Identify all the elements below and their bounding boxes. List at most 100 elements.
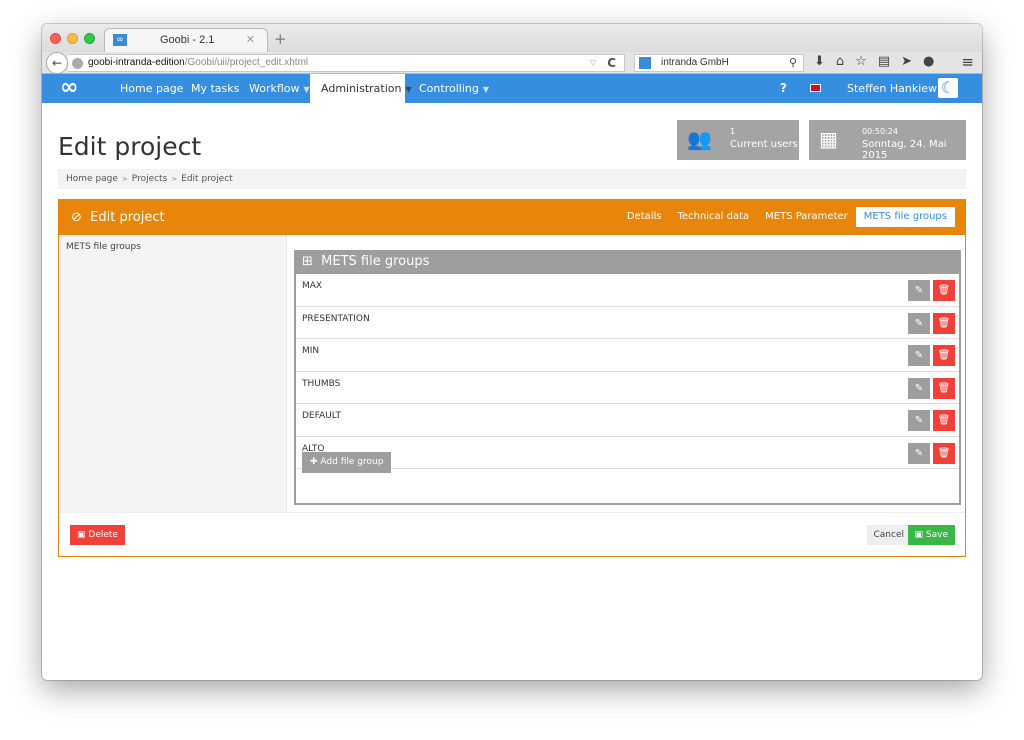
app-navbar: ∞ Home page My tasks Workflow ▼ Administr… xyxy=(42,74,982,103)
send-icon[interactable]: ➤ xyxy=(901,54,912,69)
users-icon: 👥 xyxy=(687,127,712,151)
favicon-icon: ∞ xyxy=(113,34,127,46)
caret-down-icon: ▼ xyxy=(482,85,489,94)
nav-controlling[interactable]: Controlling ▼ xyxy=(408,74,500,103)
delete-project-button[interactable]: ▣ Delete xyxy=(70,525,125,545)
file-group-name: MAX xyxy=(302,281,323,291)
file-group-name: DEFAULT xyxy=(302,411,341,421)
delete-row-button[interactable]: 🗑 xyxy=(933,377,955,399)
user-avatar[interactable]: ☾ xyxy=(938,78,958,98)
search-engine-label: intranda GmbH xyxy=(661,57,729,68)
home-icon[interactable]: ⌂ xyxy=(836,54,844,69)
breadcrumb-separator: > xyxy=(171,175,178,183)
tab-details[interactable]: Details xyxy=(619,207,670,227)
add-file-group-button[interactable]: ✚ Add file group xyxy=(302,452,392,473)
box-tabs: Details Technical data METS Parameter ME… xyxy=(619,207,955,227)
cancel-button[interactable]: Cancel xyxy=(866,525,911,545)
delete-row-button[interactable]: 🗑 xyxy=(933,312,955,334)
breadcrumb-home[interactable]: Home page xyxy=(66,174,118,184)
edit-button[interactable]: ✎ xyxy=(908,280,930,301)
table-row: DEFAULT ✎ 🗑 xyxy=(296,404,959,437)
delete-row-button[interactable]: 🗑 xyxy=(933,280,955,301)
new-tab-icon[interactable]: + xyxy=(274,30,287,48)
current-users-widget: 👥 1 Current users xyxy=(677,120,799,160)
browser-toolbar-icons: ⬇ ⌂ ☆ ▤ ➤ ● xyxy=(814,54,934,69)
nav-administration[interactable]: Administration ▼ xyxy=(310,74,412,103)
tab-mets-file-groups[interactable]: METS file groups xyxy=(855,207,955,227)
table-row: THUMBS ✎ 🗑 xyxy=(296,372,959,404)
nav-label: Administration xyxy=(321,82,402,95)
nav-label: Home page xyxy=(120,82,184,95)
url-history-dropdown-icon[interactable]: ▽ xyxy=(590,58,596,67)
search-bar[interactable]: intranda GmbH ⚲ xyxy=(634,54,804,72)
address-bar[interactable]: goobi-intranda-edition/Goobi/uii/project… xyxy=(68,54,625,72)
delete-row-button[interactable]: 🗑 xyxy=(933,442,955,464)
tab-close-icon[interactable]: ✕ xyxy=(246,33,255,46)
edit-button[interactable]: ✎ xyxy=(908,345,930,366)
edit-project-box: ⊘ Edit project Details Technical data ME… xyxy=(58,199,966,557)
users-count: 1 xyxy=(730,127,736,136)
ban-circle-icon: ⊘ xyxy=(71,210,82,225)
goobi-logo-icon[interactable]: ∞ xyxy=(60,77,78,99)
box-title-text: Edit project xyxy=(90,210,165,225)
breadcrumb-projects[interactable]: Projects xyxy=(132,174,167,184)
browser-tab[interactable]: ∞ Goobi - 2.1 ✕ xyxy=(104,28,268,52)
tab-title: Goobi - 2.1 xyxy=(160,34,215,46)
nav-label: Controlling xyxy=(419,82,479,95)
file-group-name: MIN xyxy=(302,346,320,356)
help-icon[interactable]: ? xyxy=(780,74,787,103)
box-footer: ▣ Delete Cancel ▣ Save xyxy=(59,512,965,556)
nav-workflow[interactable]: Workflow ▼ xyxy=(238,74,321,103)
delete-label: Delete xyxy=(88,530,118,540)
url-path: /Goobi/uii/project_edit.xhtml xyxy=(184,57,309,68)
breadcrumb-separator: > xyxy=(121,175,128,183)
table-row: ALTO ✎ 🗑 xyxy=(296,437,959,469)
tab-technical-data[interactable]: Technical data xyxy=(670,207,758,227)
users-label: Current users xyxy=(730,139,798,150)
table-row: MAX ✎ 🗑 xyxy=(296,274,959,307)
bookmark-star-icon[interactable]: ☆ xyxy=(855,54,867,69)
edit-button[interactable]: ✎ xyxy=(908,410,930,431)
browser-toolbar: ← goobi-intranda-edition/Goobi/uii/proje… xyxy=(42,52,982,74)
calendar-icon: ▦ xyxy=(819,127,838,151)
globe-icon xyxy=(72,58,83,69)
tab-mets-parameter[interactable]: METS Parameter xyxy=(757,207,856,227)
url-host: goobi-intranda-edition xyxy=(88,57,185,68)
reading-list-icon[interactable]: ▤ xyxy=(878,54,890,69)
chat-icon[interactable]: ● xyxy=(923,54,934,69)
file-groups-table: ⊞ METS file groups MAX ✎ 🗑 PRESENTATION ✎ 🗑 … xyxy=(294,250,961,505)
floppy-icon: ▣ xyxy=(77,530,86,540)
close-window-button[interactable] xyxy=(50,33,61,44)
user-name[interactable]: Steffen Hankiewicz xyxy=(847,74,952,103)
section-label: METS file groups xyxy=(66,242,141,252)
add-label: Add file group xyxy=(320,457,384,467)
search-engine-icon[interactable] xyxy=(639,57,651,69)
maximize-window-button[interactable] xyxy=(84,33,95,44)
delete-row-button[interactable]: 🗑 xyxy=(933,345,955,366)
search-icon[interactable]: ⚲ xyxy=(789,56,797,69)
edit-button[interactable]: ✎ xyxy=(908,377,930,399)
caret-down-icon: ▼ xyxy=(303,85,310,94)
nav-label: Workflow xyxy=(249,82,300,95)
floppy-icon: ▣ xyxy=(914,530,924,540)
save-button[interactable]: ▣ Save xyxy=(907,525,955,545)
back-arrow-icon[interactable]: ← xyxy=(46,52,68,74)
delete-row-button[interactable]: 🗑 xyxy=(933,410,955,431)
browser-tabbar: ∞ Goobi - 2.1 ✕ + xyxy=(42,24,982,52)
download-icon[interactable]: ⬇ xyxy=(814,54,825,69)
edit-button[interactable]: ✎ xyxy=(908,312,930,334)
hamburger-menu-icon[interactable]: ≡ xyxy=(961,53,974,71)
minimize-window-button[interactable] xyxy=(67,33,78,44)
table-icon: ⊞ xyxy=(302,254,313,269)
file-group-name: PRESENTATION xyxy=(302,313,370,324)
edit-button[interactable]: ✎ xyxy=(908,442,930,464)
reload-icon[interactable]: C xyxy=(607,56,616,70)
current-date: Sonntag, 24. Mai 2015 xyxy=(862,139,947,161)
browser-window: ∞ Goobi - 2.1 ✕ + ← goobi-intranda-editi… xyxy=(42,24,982,680)
save-label: Save xyxy=(925,530,948,540)
page-title: Edit project xyxy=(58,132,202,161)
uk-flag-icon[interactable] xyxy=(810,84,821,92)
table-header: ⊞ METS file groups xyxy=(296,250,959,274)
nav-label: My tasks xyxy=(191,82,240,95)
table-row: PRESENTATION ✎ 🗑 xyxy=(296,307,959,339)
